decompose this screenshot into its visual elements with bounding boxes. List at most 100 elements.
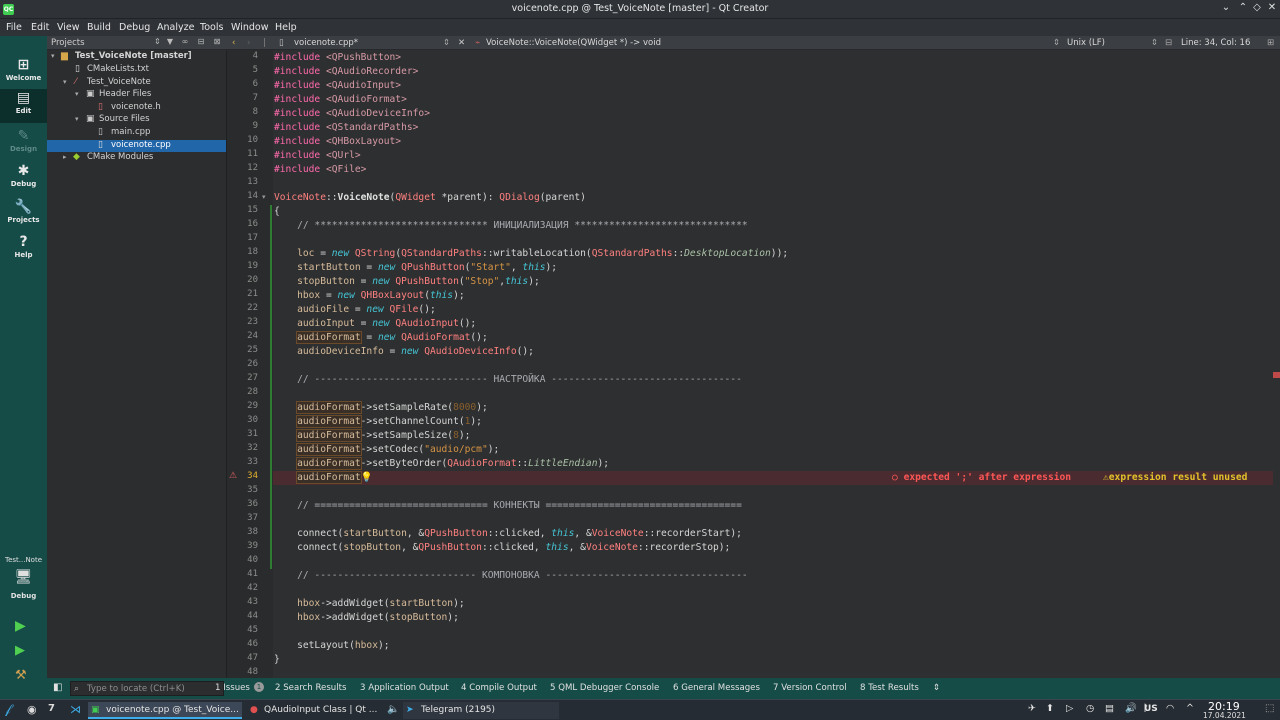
tree-node-voicenote-cpp[interactable]: ▯ voicenote.cpp [47, 139, 226, 153]
line-number[interactable]: 4 [227, 51, 258, 61]
mode-projects[interactable]: 🔧 Projects [0, 198, 47, 232]
tree-node-project-root[interactable]: ▾ ▆ Test_VoiceNote [master] [47, 51, 226, 64]
line-number[interactable]: 41 [227, 569, 258, 579]
line-number[interactable]: 14 [227, 191, 258, 201]
line-number[interactable]: 23 [227, 317, 258, 327]
code-line[interactable]: hbox->addWidget(stopButton); [274, 611, 459, 625]
clock-date[interactable]: 17.04.2021 [1203, 711, 1246, 720]
code-line[interactable]: #include <QPushButton> [274, 51, 401, 65]
code-line[interactable]: // ---------------------------- КОМПОНОВ… [274, 569, 748, 583]
menu-tools[interactable]: Tools [200, 22, 223, 33]
tree-node-target[interactable]: ▾ ⁄ Test_VoiceNote [47, 77, 226, 90]
line-number[interactable]: 33 [227, 457, 258, 467]
line-number[interactable]: 20 [227, 275, 258, 285]
tray-wifi-icon[interactable]: ◠ [1166, 703, 1174, 714]
code-line[interactable]: { [274, 205, 280, 219]
line-number[interactable]: 47 [227, 653, 258, 663]
line-number[interactable]: 43 [227, 597, 258, 607]
tray-updates-icon[interactable]: ⬆ [1046, 703, 1054, 714]
code-line[interactable]: startButton = new QPushButton("Start", t… [274, 261, 557, 275]
view-selector-arrows-icon[interactable]: ⇕ [154, 37, 161, 46]
close-pane-icon[interactable]: ⊠ [211, 37, 223, 49]
forward-icon[interactable]: › [247, 38, 250, 48]
code-line[interactable]: audioFormat->setSampleRate(8000); [274, 401, 488, 415]
tray-expand-icon[interactable]: ^ [1186, 703, 1194, 714]
vscode-icon[interactable]: ⋊ [70, 703, 81, 716]
symbol-dropdown-icon[interactable]: ⇕ [1053, 38, 1060, 48]
tree-node-main-cpp[interactable]: ▯ main.cpp [47, 127, 226, 140]
tree-node-cmake-modules[interactable]: ▸ ◆ CMake Modules [47, 152, 226, 165]
line-number[interactable]: 24 [227, 331, 258, 341]
line-number[interactable]: 10 [227, 135, 258, 145]
error-marker[interactable] [1273, 372, 1280, 378]
line-number[interactable]: 46 [227, 639, 258, 649]
pane-test-results[interactable]: 8 Test Results [860, 683, 919, 693]
code-line[interactable]: setLayout(hbox); [274, 639, 389, 653]
code-line[interactable]: audioFormat->setSampleSize(8); [274, 429, 470, 443]
tree-node-source-files[interactable]: ▾ ▣ Source Files [47, 114, 226, 127]
locator-input[interactable]: ⌕ Type to locate (Ctrl+K) [70, 681, 224, 696]
code-line[interactable]: connect(stopButton, &QPushButton::clicke… [274, 541, 730, 555]
tray-volume-icon[interactable]: 🔊 [1125, 703, 1137, 714]
line-number[interactable]: 31 [227, 429, 258, 439]
symbol-selector[interactable]: VoiceNote::VoiceNote(QWidget *) -> void [486, 38, 661, 48]
document-dropdown-icon[interactable]: ⇕ [443, 38, 450, 48]
line-number[interactable]: 36 [227, 499, 258, 509]
filter-icon[interactable]: ▼ [164, 37, 176, 49]
code-line[interactable]: hbox = new QHBoxLayout(this); [274, 289, 465, 303]
pane-application-output[interactable]: 3 Application Output [360, 683, 449, 693]
menu-analyze[interactable]: Analyze [157, 22, 194, 33]
code-line[interactable]: // ****************************** ИНИЦИА… [274, 219, 748, 233]
code-line[interactable]: #include <QAudioRecorder> [274, 65, 418, 79]
line-number[interactable]: 48 [227, 667, 258, 677]
mode-debug[interactable]: ✱ Debug [0, 162, 47, 196]
menu-build[interactable]: Build [87, 22, 111, 33]
pane-compile-output[interactable]: 4 Compile Output [461, 683, 537, 693]
mode-welcome[interactable]: ⊞ Welcome [0, 56, 47, 90]
run-icon[interactable]: ▶ [15, 618, 26, 634]
line-number[interactable]: 21 [227, 289, 258, 299]
line-number[interactable]: 13 [227, 177, 258, 187]
line-number[interactable]: 11 [227, 149, 258, 159]
tray-clock-icon[interactable]: ◷ [1086, 703, 1094, 714]
line-number[interactable]: 30 [227, 415, 258, 425]
cursor-position[interactable]: Line: 34, Col: 16 [1181, 38, 1250, 48]
code-line[interactable]: } [274, 653, 280, 667]
task-qt-creator[interactable]: ▣ voicenote.cpp @ Test_Voice... [88, 702, 242, 719]
code-line[interactable]: audioFile = new QFile(); [274, 303, 436, 317]
line-number[interactable]: 5 [227, 65, 258, 75]
line-number[interactable]: 19 [227, 261, 258, 271]
split-editor-icon[interactable]: ⊟ [1165, 38, 1172, 48]
tree-node-cmakelists[interactable]: ▯ CMakeLists.txt [47, 64, 226, 77]
split-icon[interactable]: ⊟ [195, 37, 207, 49]
code-line[interactable]: #include <QUrl> [274, 149, 361, 163]
target-selector-monitor-icon[interactable]: 🖥 [0, 569, 47, 585]
menu-view[interactable]: View [57, 22, 80, 33]
line-number[interactable]: 40 [227, 555, 258, 565]
fold-marker-icon[interactable]: ▾ [262, 193, 266, 201]
code-line[interactable]: #include <QAudioFormat> [274, 93, 407, 107]
expand-arrow-icon[interactable]: ▾ [75, 90, 79, 98]
line-number[interactable]: 7 [227, 93, 258, 103]
collapse-arrow-icon[interactable]: ▸ [63, 153, 67, 161]
code-line[interactable]: #include <QAudioDeviceInfo> [274, 107, 430, 121]
keyboard-layout[interactable]: US [1144, 704, 1158, 714]
pane-qml-debugger-console[interactable]: 5 QML Debugger Console [550, 683, 659, 693]
task-telegram[interactable]: ➤ Telegram (2195) [403, 702, 559, 719]
line-number[interactable]: 45 [227, 625, 258, 635]
pane-general-messages[interactable]: 6 General Messages [673, 683, 760, 693]
line-number[interactable]: 18 [227, 247, 258, 257]
line-number[interactable]: 27 [227, 373, 258, 383]
line-number[interactable]: 22 [227, 303, 258, 313]
sync-link-icon[interactable]: ∞ [179, 37, 191, 49]
menu-file[interactable]: File [6, 22, 22, 33]
line-number[interactable]: 25 [227, 345, 258, 355]
expand-arrow-icon[interactable]: ▾ [75, 115, 79, 123]
line-number[interactable]: 42 [227, 583, 258, 593]
code-line[interactable]: audioInput = new QAudioInput(); [274, 317, 476, 331]
code-editor[interactable]: #include <QPushButton> #include <QAudioRe… [273, 50, 1273, 678]
pane-issues[interactable]: 1 Issues [215, 683, 250, 693]
close-icon[interactable]: ✕ [1265, 2, 1279, 13]
keep-above-icon[interactable]: ◇ [1250, 2, 1264, 13]
code-line[interactable]: stopButton = new QPushButton("Stop",this… [274, 275, 540, 289]
